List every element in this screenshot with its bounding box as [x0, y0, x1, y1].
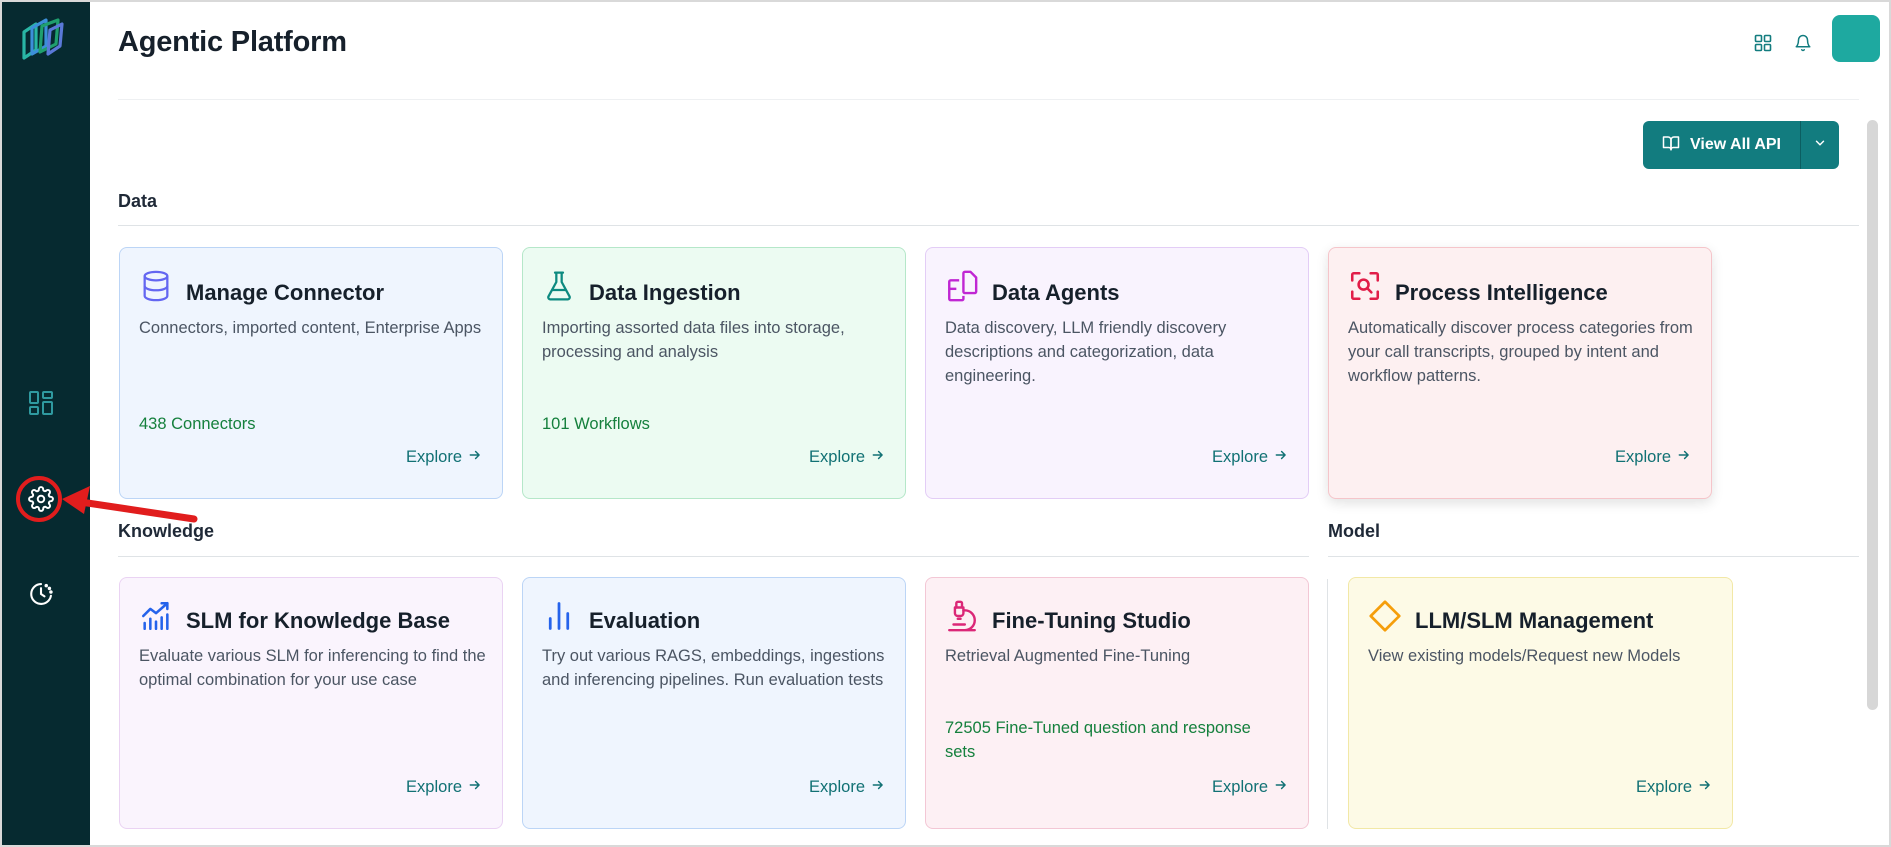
explore-label: Explore [809, 778, 865, 796]
flask-icon [541, 268, 577, 304]
view-all-api-button[interactable]: View All API [1643, 121, 1839, 169]
explore-label: Explore [809, 448, 865, 466]
card-description: Connectors, imported content, Enterprise… [139, 319, 482, 337]
arrow-right-icon [1274, 448, 1288, 467]
view-all-api-label: View All API [1690, 136, 1781, 153]
card-llm-slm-management[interactable]: LLM/SLM Management View existing models/… [1348, 577, 1733, 829]
chevron-down-icon [1813, 136, 1827, 155]
explore-link[interactable]: Explore [809, 448, 885, 467]
arrow-right-icon [1677, 448, 1691, 467]
section-title-model: Model [1328, 521, 1380, 541]
arrow-right-icon [1274, 778, 1288, 797]
card-process-intelligence[interactable]: Process Intelligence Automatically disco… [1328, 247, 1712, 499]
explore-link[interactable]: Explore [1212, 778, 1288, 797]
card-slm-knowledge-base[interactable]: SLM for Knowledge Base Evaluate various … [119, 577, 503, 829]
card-title: SLM for Knowledge Base [186, 608, 451, 633]
explore-link[interactable]: Explore [406, 778, 482, 797]
column-divider [1327, 579, 1328, 829]
scrollbar[interactable] [1867, 120, 1878, 710]
explore-label: Explore [1636, 778, 1692, 796]
card-title: Fine-Tuning Studio [992, 608, 1191, 633]
card-stat: 101 Workflows [542, 415, 650, 433]
explore-link[interactable]: Explore [1636, 778, 1712, 797]
card-title: Process Intelligence [1395, 280, 1608, 305]
explore-link[interactable]: Explore [406, 448, 482, 467]
arrow-right-icon [468, 778, 482, 797]
card-description: View existing models/Request new Models [1368, 647, 1681, 665]
avatar[interactable] [1832, 15, 1880, 62]
card-description: Retrieval Augmented Fine-Tuning [945, 647, 1191, 665]
header-divider [118, 99, 1859, 100]
chart-trend-icon [138, 598, 174, 634]
card-data-agents[interactable]: Data Agents Data discovery, LLM friendly… [925, 247, 1309, 499]
card-description: Data discovery, LLM friendly discovery d… [945, 319, 1227, 385]
explore-label: Explore [1212, 778, 1268, 796]
explore-link[interactable]: Explore [1615, 448, 1691, 467]
section-title-data: Data [118, 191, 158, 211]
card-title: Data Agents [992, 280, 1120, 305]
section-divider [118, 556, 1309, 557]
card-stat: 438 Connectors [139, 415, 256, 433]
api-dropdown-toggle[interactable] [1801, 121, 1839, 169]
card-title: Evaluation [589, 608, 701, 633]
bell-icon[interactable] [1790, 30, 1816, 56]
view-all-api-main[interactable]: View All API [1643, 121, 1800, 169]
explore-label: Explore [1615, 448, 1671, 466]
card-title: LLM/SLM Management [1415, 608, 1654, 633]
bar-chart-icon [541, 598, 577, 634]
history-clock-icon[interactable] [22, 575, 60, 613]
card-evaluation[interactable]: Evaluation Try out various RAGS, embeddi… [522, 577, 906, 829]
arrow-right-icon [871, 448, 885, 467]
card-title: Manage Connector [186, 280, 385, 305]
card-fine-tuning-studio[interactable]: Fine-Tuning Studio Retrieval Augmented F… [925, 577, 1309, 829]
scan-search-icon [1347, 268, 1383, 304]
sidebar [2, 2, 90, 845]
microscope-icon [944, 598, 980, 634]
explore-link[interactable]: Explore [809, 778, 885, 797]
section-divider [1328, 556, 1859, 557]
card-description: Try out various RAGS, embeddings, ingest… [542, 647, 885, 689]
card-stat: 72505 Fine-Tuned question and response s… [945, 719, 1251, 761]
card-manage-connector[interactable]: Manage Connector Connectors, imported co… [119, 247, 503, 499]
card-description: Automatically discover process categorie… [1348, 319, 1693, 385]
explore-link[interactable]: Explore [1212, 448, 1288, 467]
apps-grid-icon[interactable] [1750, 30, 1776, 56]
book-open-icon [1662, 134, 1680, 157]
arrow-right-icon [1698, 778, 1712, 797]
page-title: Agentic Platform [118, 26, 347, 58]
card-description: Evaluate various SLM for inferencing to … [139, 647, 486, 689]
section-divider [118, 225, 1859, 226]
diamond-icon [1367, 598, 1403, 634]
card-title: Data Ingestion [589, 280, 741, 305]
database-icon [138, 268, 174, 304]
arrow-right-icon [871, 778, 885, 797]
explore-label: Explore [1212, 448, 1268, 466]
section-title-knowledge: Knowledge [118, 521, 215, 541]
logo-icon[interactable] [16, 16, 66, 64]
explore-label: Explore [406, 448, 462, 466]
card-data-ingestion[interactable]: Data Ingestion Importing assorted data f… [522, 247, 906, 499]
card-description: Importing assorted data files into stora… [542, 319, 845, 361]
dashboard-grid-icon[interactable] [22, 384, 60, 422]
files-icon [944, 268, 980, 304]
arrow-right-icon [468, 448, 482, 467]
explore-label: Explore [406, 778, 462, 796]
